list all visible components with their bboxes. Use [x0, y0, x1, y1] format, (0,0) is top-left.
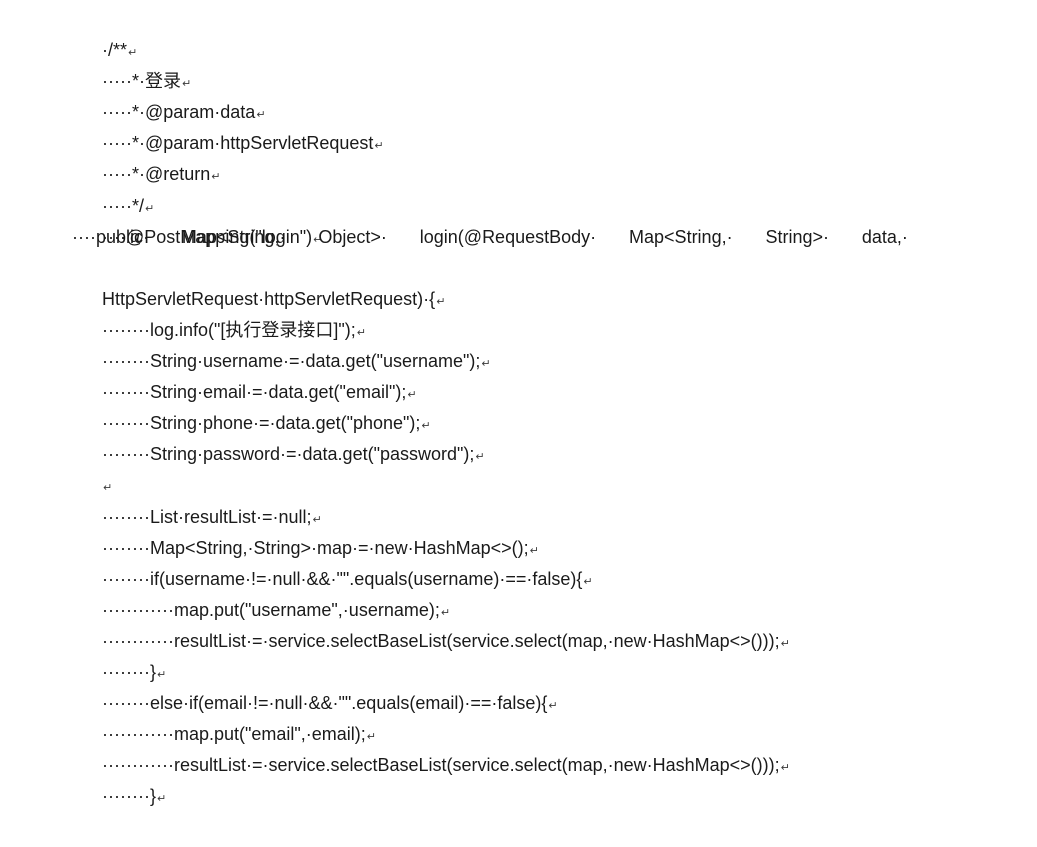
line-part: String>·: [765, 226, 829, 247]
code-line: ········String·phone·=·data.get("phone")…: [72, 377, 1012, 433]
document-page: ·/**↵ ·····*·登录↵ ·····*·@param·data↵ ···…: [0, 0, 1037, 806]
code-line: ········String·username·=·data.get("user…: [72, 315, 1012, 371]
code-line-justified: ····public· Map<String,· Object>· login(…: [72, 222, 908, 253]
code-line: ·····*·登录↵: [72, 35, 1012, 91]
code-line: ············map.put("username",·username…: [72, 564, 1012, 620]
line-part: Object>·: [318, 226, 387, 247]
line-part: login(@RequestBody·: [419, 226, 597, 247]
line-part: Map<String,·: [181, 226, 286, 247]
code-line: ·····*·@param·httpServletRequest↵: [72, 97, 1012, 153]
code-line: ········else·if(email·!=·null·&&·"".equa…: [72, 657, 1012, 713]
line-text: }: [149, 786, 156, 807]
code-line: ········}↵: [72, 750, 1012, 806]
paragraph-mark-icon: ↵: [156, 793, 167, 806]
code-line: ·····*·@param·data↵: [72, 66, 1012, 122]
code-line: ····@PostMapping("login")↵: [72, 191, 1012, 247]
code-line: ········if(username·!=·null·&&·"".equals…: [72, 533, 1012, 589]
code-line: ········String·email·=·data.get("email")…: [72, 346, 1012, 402]
line-part: data,·: [861, 226, 908, 247]
line-indent: ········: [102, 786, 150, 807]
code-line: HttpServletRequest·httpServletRequest)·{…: [72, 253, 1012, 309]
code-line: ········}↵: [72, 626, 1012, 682]
line-part: ····public·: [72, 226, 150, 247]
line-part: Map<String,·: [629, 226, 733, 247]
code-line: ············resultList·=·service.selectB…: [72, 595, 1012, 651]
code-line: ········String·password·=·data.get("pass…: [72, 408, 1012, 464]
code-line: ·····*/↵: [72, 159, 1012, 216]
code-line: ········Map<String,·String>·map·=·new·Ha…: [72, 502, 1012, 558]
code-line: ············map.put("email",·email);↵: [72, 688, 1012, 744]
code-block: ·/**↵ ·····*·登录↵ ·····*·@param·data↵ ···…: [72, 4, 1012, 806]
code-line: ········List·resultList·=·null;↵: [72, 470, 1012, 527]
code-line: ·····*·@return↵: [72, 128, 1012, 184]
code-line: ·/**↵: [72, 4, 1012, 60]
code-line-empty: ↵: [72, 439, 1012, 494]
code-line: ············resultList·=·service.selectB…: [72, 719, 1012, 775]
code-line: ········log.info("[执行登录接口]");↵: [72, 284, 1012, 340]
